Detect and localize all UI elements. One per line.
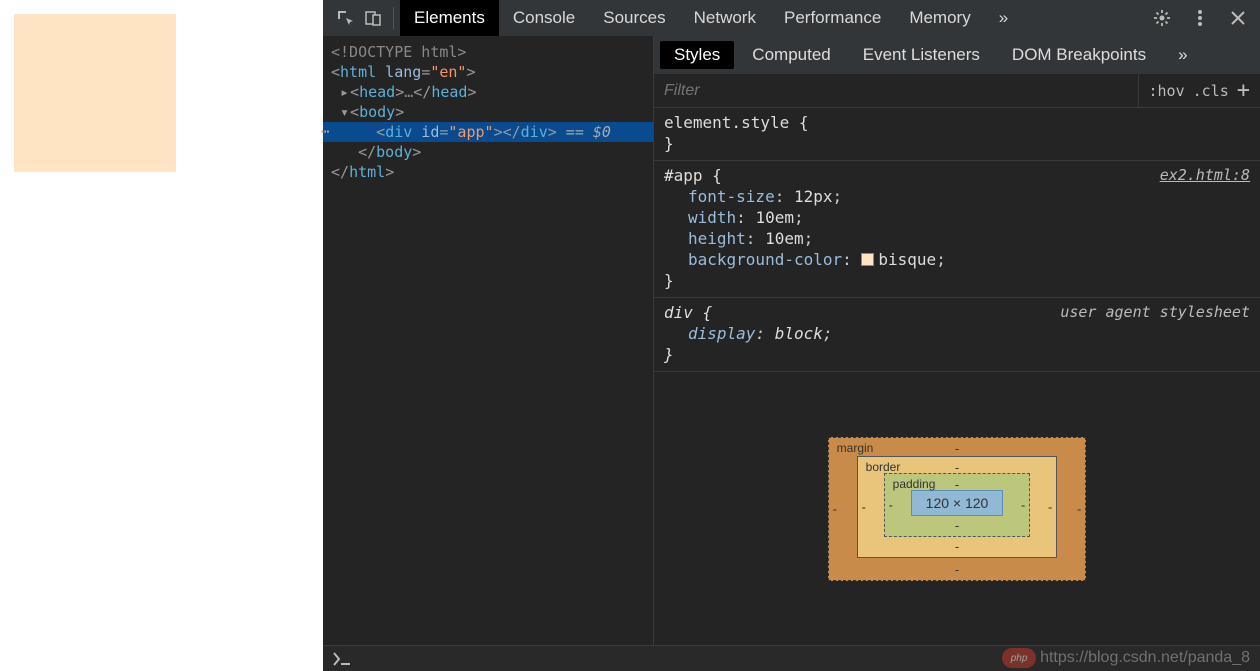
box-model-margin[interactable]: margin - - - - border - - - - padding - [828, 437, 1087, 581]
box-model: margin - - - - border - - - - padding - [654, 372, 1260, 645]
dom-selected-div[interactable]: ⋯ <div id="app"></div> == $0 [323, 122, 653, 142]
close-icon[interactable] [1224, 4, 1252, 32]
tab-more[interactable]: » [985, 0, 1022, 36]
tab-sources[interactable]: Sources [589, 0, 679, 36]
hov-toggle[interactable]: :hov [1149, 82, 1185, 100]
dom-body-open[interactable]: ▾<body> [323, 102, 653, 122]
tab-memory[interactable]: Memory [895, 0, 984, 36]
tab-elements[interactable]: Elements [400, 0, 499, 36]
devtools-toolbar: Elements Console Sources Network Perform… [323, 0, 1260, 36]
device-toggle-icon[interactable] [359, 4, 387, 32]
bm-padding-label: padding [893, 477, 936, 491]
app-div [14, 14, 176, 172]
new-style-rule-icon[interactable]: + [1237, 78, 1250, 103]
dom-doctype[interactable]: <!DOCTYPE html> [323, 42, 653, 62]
elements-tree[interactable]: <!DOCTYPE html> <html lang="en"> ▸<head>… [323, 36, 653, 645]
cls-toggle[interactable]: .cls [1193, 82, 1229, 100]
rule-source-link[interactable]: ex2.html:8 [1160, 165, 1250, 186]
dom-html-open[interactable]: <html lang="en"> [323, 62, 653, 82]
rule-app[interactable]: ex2.html:8 #app { font-size: 12px; width… [654, 161, 1260, 298]
tab-console[interactable]: Console [499, 0, 589, 36]
styles-tab-listeners[interactable]: Event Listeners [849, 41, 994, 69]
rule-close: } [664, 344, 1250, 365]
styles-tab-computed[interactable]: Computed [738, 41, 844, 69]
color-swatch-icon[interactable] [861, 253, 874, 266]
bm-border-label: border [866, 460, 901, 474]
console-drawer-toggle-icon[interactable] [323, 652, 361, 666]
rule-close: } [664, 133, 1250, 154]
devtools: Elements Console Sources Network Perform… [323, 0, 1260, 671]
styles-panel: Styles Computed Event Listeners DOM Brea… [653, 36, 1260, 645]
box-model-border[interactable]: border - - - - padding - - - - 120 × 120 [857, 456, 1058, 558]
bm-margin-label: margin [837, 441, 874, 455]
main-tabs: Elements Console Sources Network Perform… [400, 0, 1148, 36]
watermark: phphttps://blog.csdn.net/panda_8 [1002, 648, 1250, 668]
rule-selector: element.style { [664, 112, 1250, 133]
dom-body-close[interactable]: </body> [323, 142, 653, 162]
styles-tab-more[interactable]: » [1164, 41, 1201, 69]
tab-performance[interactable]: Performance [770, 0, 895, 36]
box-model-content[interactable]: 120 × 120 [911, 490, 1004, 516]
dom-head[interactable]: ▸<head>…</head> [323, 82, 653, 102]
rule-element-style[interactable]: element.style { } [654, 108, 1260, 161]
rendered-page [0, 0, 323, 671]
styles-tab-styles[interactable]: Styles [660, 41, 734, 69]
settings-icon[interactable] [1148, 4, 1176, 32]
toolbar-divider [393, 7, 394, 29]
devtools-body: <!DOCTYPE html> <html lang="en"> ▸<head>… [323, 36, 1260, 645]
styles-filter-input[interactable] [654, 82, 1138, 100]
styles-filter-row: :hov .cls + [654, 74, 1260, 108]
styles-tab-breakpoints[interactable]: DOM Breakpoints [998, 41, 1160, 69]
styles-filter-controls: :hov .cls + [1138, 74, 1260, 107]
box-model-padding[interactable]: padding - - - - 120 × 120 [884, 473, 1031, 537]
toolbar-right [1148, 4, 1252, 32]
styles-tabs: Styles Computed Event Listeners DOM Brea… [654, 36, 1260, 74]
inspect-icon[interactable] [331, 4, 359, 32]
kebab-icon[interactable] [1186, 4, 1214, 32]
php-logo-icon: php [1002, 648, 1036, 668]
rule-close: } [664, 270, 1250, 291]
rule-source-ua: user agent stylesheet [1060, 302, 1250, 323]
dom-html-close[interactable]: </html> [323, 162, 653, 182]
breakpoint-dots-icon: ⋯ [321, 122, 328, 142]
rule-div-ua[interactable]: user agent stylesheet div { display: blo… [654, 298, 1260, 372]
tab-network[interactable]: Network [680, 0, 770, 36]
